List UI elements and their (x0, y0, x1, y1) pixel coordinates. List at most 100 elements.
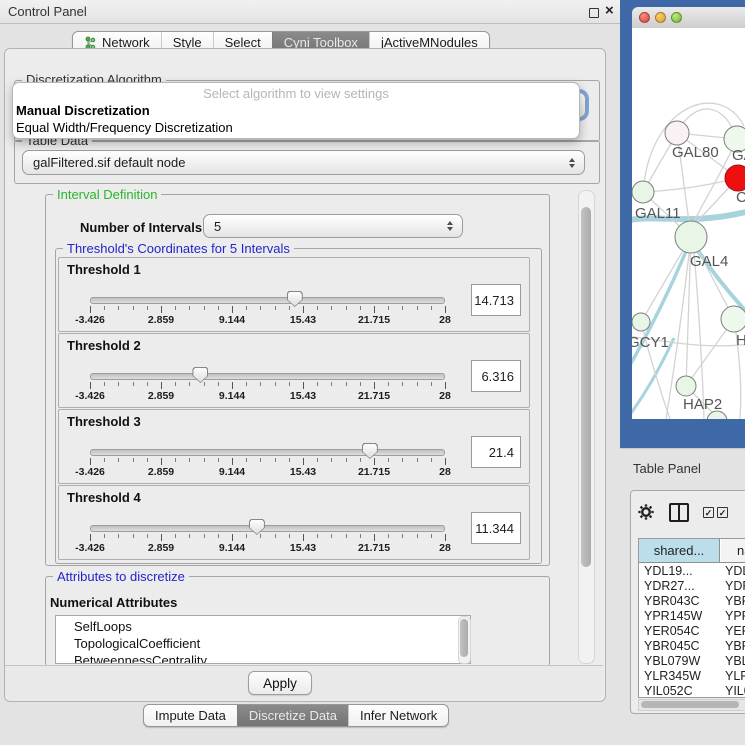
network-canvas[interactable]: GAL80GACGAL11GAL4GCY1HHAP2 (632, 28, 745, 419)
network-node-h[interactable] (721, 306, 745, 332)
table-row[interactable]: YBL079WYBL0 (639, 654, 745, 669)
slider-tick-label: 28 (439, 390, 451, 402)
cell-name: YLR3 (721, 669, 745, 684)
attribute-item[interactable]: SelfLoops (56, 618, 470, 635)
slider-ticks (90, 382, 445, 390)
slider-thumb-icon[interactable] (192, 367, 208, 383)
slider-tick (303, 458, 304, 465)
content-scrollbar-thumb[interactable] (581, 207, 591, 567)
threshold-value-field[interactable]: 11.344 (471, 512, 521, 544)
slider-tick (360, 534, 361, 538)
table-row[interactable]: YIL052CYIL0 (639, 684, 745, 698)
table-panel-box: ✓ ✓ shared... na YDL19...YDL1YDR27...YDR… (630, 490, 745, 714)
threshold-panel: Threshold 4 -3.4262.8599.14415.4321.7152… (58, 485, 530, 560)
table-row[interactable]: YDL19...YDL1 (639, 564, 745, 579)
slider-thumb-icon[interactable] (287, 291, 303, 307)
network-window-titlebar[interactable] (632, 7, 745, 29)
slider-tick-label: 28 (439, 314, 451, 326)
table-data-combo[interactable]: galFiltered.sif default node (22, 150, 585, 175)
slider-thumb-icon[interactable] (249, 519, 265, 535)
cell-name: YDL1 (721, 564, 745, 579)
tab-label: Infer Network (360, 708, 437, 723)
slider-tick (346, 458, 347, 462)
threshold-slider[interactable] (90, 297, 445, 304)
table-panel-toolbar: ✓ ✓ (637, 497, 745, 527)
attribute-item[interactable]: TopologicalCoefficient (56, 635, 470, 652)
slider-tick (317, 458, 318, 462)
column-header-name[interactable]: na (721, 539, 745, 562)
table-row[interactable]: YBR045CYBR0 (639, 639, 745, 654)
table-row[interactable]: YPR145WYPR1 (639, 609, 745, 624)
float-window-icon[interactable] (589, 8, 599, 18)
checkbox-icon[interactable]: ✓ (717, 507, 728, 518)
table-row[interactable]: YLR345WYLR3 (639, 669, 745, 684)
slider-tick (90, 534, 91, 541)
split-columns-icon[interactable] (669, 503, 689, 522)
network-node-c[interactable] (725, 165, 745, 191)
slider-tick-label: 9.144 (219, 390, 245, 402)
threshold-value-field[interactable]: 14.713 (471, 284, 521, 316)
node-label: C (736, 189, 745, 206)
slider-tick (402, 458, 403, 462)
slider-tick (374, 382, 375, 389)
close-button[interactable] (639, 12, 650, 23)
slider-tick (360, 382, 361, 386)
table-data-value: galFiltered.sif default node (33, 155, 185, 170)
apply-button[interactable]: Apply (248, 671, 312, 695)
content-scrollbar[interactable] (578, 190, 595, 664)
threshold-value-field[interactable]: 6.316 (471, 360, 521, 392)
window-title: Control Panel (8, 4, 87, 19)
slider-tick (104, 382, 105, 386)
slider-tick (431, 306, 432, 310)
network-node-gal80[interactable] (665, 121, 689, 145)
slider-tick (218, 382, 219, 386)
cell-shared-name: YBL079W (639, 654, 721, 669)
popup-item-equal-width-frequency[interactable]: Equal Width/Frequency Discretization (16, 120, 233, 135)
table-row[interactable]: YDR27...YDR2 (639, 579, 745, 594)
network-node-gcy1[interactable] (632, 313, 650, 331)
table-row[interactable]: YER054CYER0 (639, 624, 745, 639)
slider-tick (175, 458, 176, 462)
slider-tick (232, 534, 233, 541)
minimize-button[interactable] (655, 12, 666, 23)
cell-name: YDR2 (721, 579, 745, 594)
threshold-slider[interactable] (90, 373, 445, 380)
cyni-bottom-tabs: Impute Data Discretize Data Infer Network (143, 704, 449, 727)
tab-label: Discretize Data (249, 708, 337, 723)
network-node-gal4[interactable] (675, 221, 707, 253)
threshold-slider[interactable] (90, 449, 445, 456)
slider-tick (147, 458, 148, 462)
table-hscrollbar[interactable] (638, 699, 745, 711)
column-header-shared-name[interactable]: shared... (639, 539, 720, 562)
table-row[interactable]: YBR043CYBR0 (639, 594, 745, 609)
slider-tick (388, 534, 389, 538)
tab-impute-data[interactable]: Impute Data (144, 705, 237, 726)
attributes-scrollbar[interactable] (458, 616, 471, 664)
threshold-slider[interactable] (90, 525, 445, 532)
num-intervals-combo[interactable]: 5 (203, 214, 463, 238)
cell-shared-name: YER054C (639, 624, 721, 639)
zoom-button[interactable] (671, 12, 682, 23)
slider-thumb-icon[interactable] (362, 443, 378, 459)
attributes-scrollbar-thumb[interactable] (460, 619, 468, 657)
gear-icon[interactable] (637, 503, 655, 521)
threshold-value-field[interactable]: 21.4 (471, 436, 521, 468)
popup-item-manual-discretization[interactable]: Manual Discretization (16, 103, 150, 118)
tab-discretize-data[interactable]: Discretize Data (237, 705, 348, 726)
cell-shared-name: YIL052C (639, 684, 721, 698)
network-node-hap2[interactable] (676, 376, 696, 396)
slider-tick-labels: -3.4262.8599.14415.4321.71528 (90, 390, 445, 402)
slider-tick (204, 382, 205, 386)
checkbox-icon[interactable]: ✓ (703, 507, 714, 518)
numerical-attributes-list: SelfLoopsTopologicalCoefficientBetweenne… (55, 615, 471, 664)
network-node-gal11[interactable] (632, 181, 654, 203)
threshold-label: Threshold 4 (67, 490, 141, 505)
cell-name: YER0 (721, 624, 745, 639)
close-icon[interactable]: × (605, 2, 614, 19)
table-hscrollbar-thumb[interactable] (641, 701, 739, 708)
threshold-panel: Threshold 2 -3.4262.8599.14415.4321.7152… (58, 333, 530, 408)
slider-tick (388, 458, 389, 462)
tab-infer-network[interactable]: Infer Network (348, 705, 448, 726)
attribute-item[interactable]: BetweennessCentrality (56, 652, 470, 664)
slider-tick-label: 15.43 (290, 542, 316, 554)
